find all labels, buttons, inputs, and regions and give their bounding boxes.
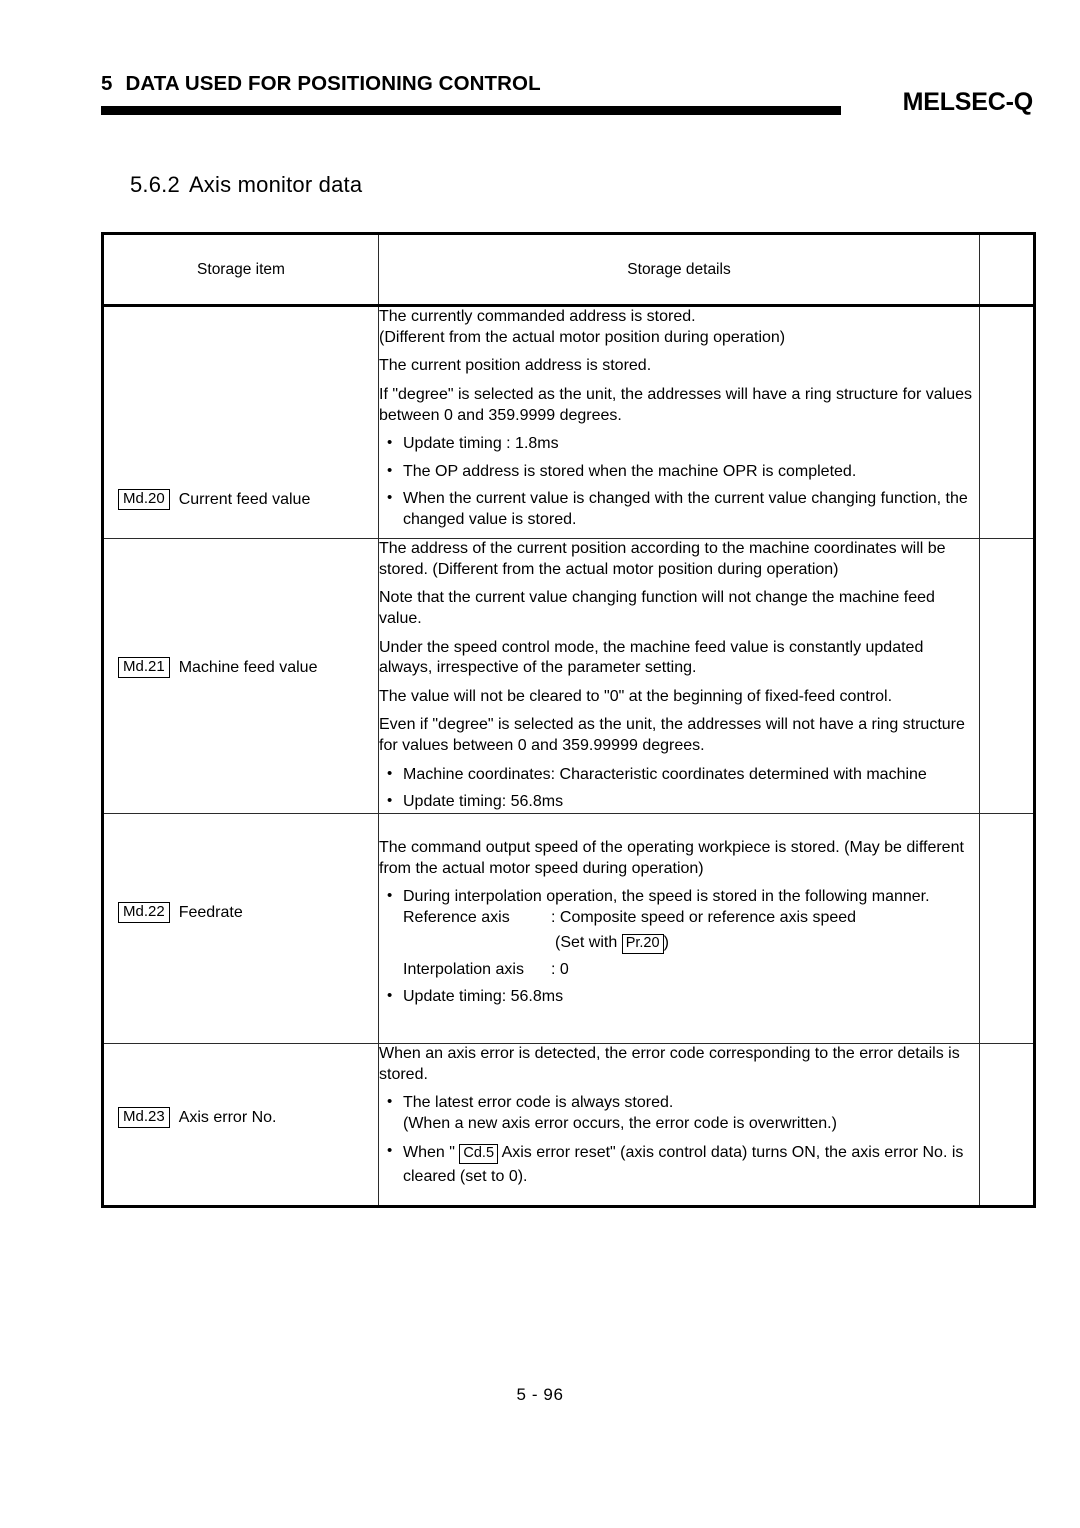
detail-paragraph: The command output speed of the operatin… <box>379 838 964 877</box>
reference-axis-row: Reference axis : Composite speed or refer… <box>403 908 979 929</box>
detail-paragraph: If "degree" is selected as the unit, the… <box>379 385 972 424</box>
detail-bullet-list: Machine coordinates: Characteristic coor… <box>379 764 979 813</box>
interpolation-axis-label: Interpolation axis <box>403 961 524 979</box>
reference-axis-value: : Composite speed or reference axis spee… <box>551 908 857 926</box>
interpolation-intro-text: During interpolation operation, the spee… <box>403 888 930 906</box>
column-header-storage-item: Storage item <box>102 233 379 307</box>
list-item: Machine coordinates: Characteristic coor… <box>379 764 979 786</box>
page-number-footer: 5 - 96 <box>516 1385 564 1404</box>
table-row: Md.23 Axis error No. When an axis error … <box>102 1042 1035 1207</box>
detail-bullet-list: During interpolation operation, the spee… <box>379 886 979 955</box>
extra-cell <box>979 305 1035 539</box>
detail-bullet-list: Update timing: 56.8ms <box>379 986 979 1008</box>
list-item: Update timing: 56.8ms <box>379 986 979 1008</box>
storage-details-cell: The currently commanded address is store… <box>378 305 980 539</box>
list-item: When the current value is changed with t… <box>379 488 979 530</box>
storage-item-cell: Md.20 Current feed value <box>102 305 379 539</box>
table-header-row: Storage item Storage details <box>102 233 1035 307</box>
set-with-prefix: (Set with <box>555 934 618 952</box>
detail-paragraph: The value will not be cleared to "0" at … <box>379 687 893 705</box>
reference-tag-box: Pr.20 <box>621 934 664 955</box>
detail-paragraph: Under the speed control mode, the machin… <box>379 638 924 677</box>
column-header-extra <box>979 233 1035 307</box>
list-item: Update timing : 1.8ms <box>379 433 979 455</box>
reference-tag-box: Md.23 <box>118 1106 170 1129</box>
storage-item-label: Md.21 Machine feed value <box>118 657 318 679</box>
detail-paragraph: The currently commanded address is store… <box>379 308 786 346</box>
list-item: Update timing: 56.8ms <box>379 791 979 813</box>
detail-paragraph: When an axis error is detected, the erro… <box>379 1044 960 1083</box>
storage-details-cell: The command output speed of the operatin… <box>378 812 980 1044</box>
detail-paragraph: The address of the current position acco… <box>379 540 946 578</box>
storage-item-name: Current feed value <box>178 490 311 508</box>
reference-tag-box: Md.20 <box>118 489 170 511</box>
detail-paragraph: Note that the current value changing fun… <box>379 589 935 627</box>
detail-bullet-list: Update timing : 1.8ms The OP address is … <box>379 433 979 531</box>
set-with-line: (Set with Pr.20) <box>403 933 979 955</box>
storage-details-cell: When an axis error is detected, the erro… <box>378 1042 980 1207</box>
section-number: 5.6.2 <box>130 172 180 197</box>
list-item: The latest error code is always stored. … <box>379 1092 979 1134</box>
header-divider-bar <box>101 106 841 115</box>
storage-item-label: Md.20 Current feed value <box>118 489 311 511</box>
detail-bullet-list: The latest error code is always stored. … <box>379 1092 979 1189</box>
list-item: The OP address is stored when the machin… <box>379 461 979 483</box>
chapter-heading: 5 DATA USED FOR POSITIONING CONTROL <box>101 72 541 96</box>
chapter-number: 5 <box>101 72 113 95</box>
document-page: 5 DATA USED FOR POSITIONING CONTROL MELSE… <box>0 0 1080 1528</box>
reference-tag-box: Md.21 <box>118 657 170 679</box>
storage-item-cell: Md.23 Axis error No. <box>102 1042 379 1207</box>
storage-item-label: Md.22 Feedrate <box>118 901 243 924</box>
storage-item-cell: Md.22 Feedrate <box>102 812 379 1044</box>
storage-item-cell: Md.21 Machine feed value <box>102 538 379 814</box>
axis-monitor-data-table: Storage item Storage details Md.20 Curre… <box>101 232 1036 1208</box>
page-running-header: 5 DATA USED FOR POSITIONING CONTROL MELSE… <box>101 72 1033 132</box>
section-title-text: Axis monitor data <box>188 172 363 197</box>
extra-cell <box>979 538 1035 814</box>
storage-item-name: Axis error No. <box>178 1108 277 1126</box>
reference-tag-box: Cd.5 <box>459 1144 499 1165</box>
list-item: During interpolation operation, the spee… <box>379 886 979 955</box>
storage-item-label: Md.23 Axis error No. <box>118 1106 277 1129</box>
storage-item-name: Feedrate <box>178 903 243 921</box>
brand-label: MELSEC-Q <box>902 88 1034 116</box>
interpolation-axis-row: Interpolation axis : 0 <box>379 960 979 981</box>
chapter-title-text: DATA USED FOR POSITIONING CONTROL <box>125 72 541 95</box>
interpolation-axis-value: : 0 <box>551 961 569 979</box>
storage-item-name: Machine feed value <box>178 658 318 676</box>
column-header-storage-details: Storage details <box>378 233 980 307</box>
table-row: Md.20 Current feed value The currently c… <box>102 305 1035 539</box>
page-title: 5.6.2 Axis monitor data <box>130 172 362 198</box>
extra-cell <box>979 812 1035 1044</box>
extra-cell <box>979 1042 1035 1207</box>
reset-bullet-prefix: When " <box>403 1144 455 1162</box>
set-with-suffix: ) <box>663 934 669 952</box>
list-item: When " Cd.5 Axis error reset" (axis cont… <box>379 1140 979 1189</box>
table-row: Md.21 Machine feed value The address of … <box>102 538 1035 814</box>
storage-details-cell: The address of the current position acco… <box>378 538 980 814</box>
detail-paragraph: Even if "degree" is selected as the unit… <box>379 716 965 754</box>
reference-axis-label: Reference axis <box>403 908 510 926</box>
detail-paragraph: The current position address is stored. <box>379 357 652 375</box>
reference-tag-box: Md.22 <box>118 901 170 924</box>
table-row: Md.22 Feedrate The command output speed … <box>102 812 1035 1044</box>
